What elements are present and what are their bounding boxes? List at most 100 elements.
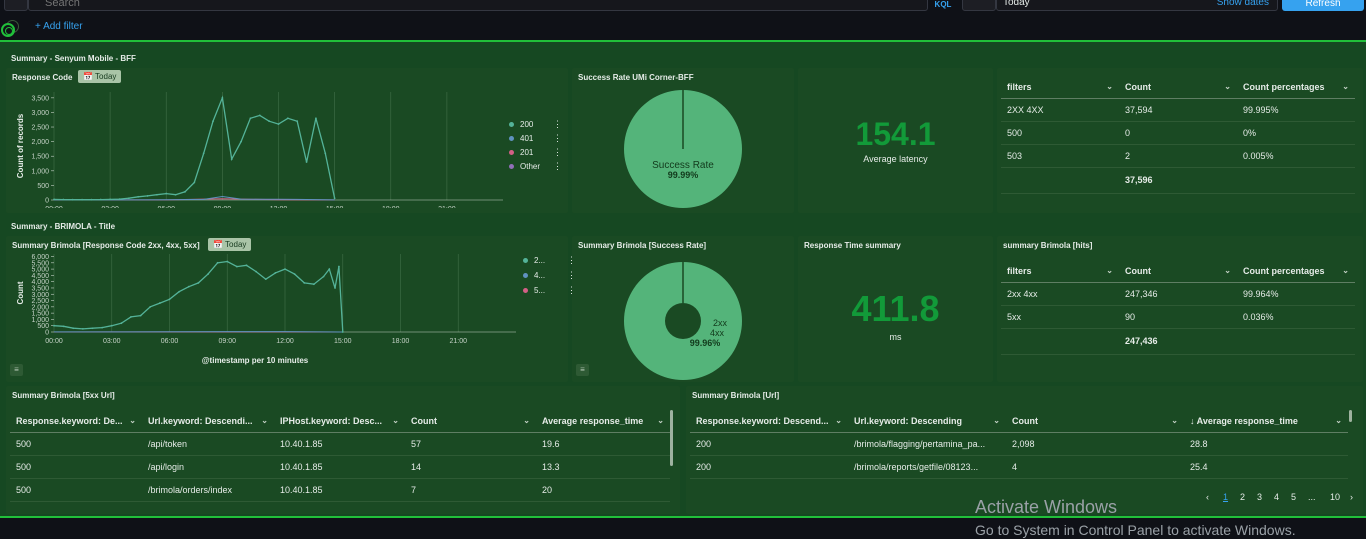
legend-item[interactable]: 200 [509, 120, 533, 129]
data-point [328, 268, 331, 270]
legend-menu-icon[interactable]: ⋮ [553, 147, 562, 158]
panel-brimola-success[interactable]: Summary Brimola [Success Rate] 2xx 4xx 99.… [572, 236, 794, 382]
date-picker[interactable]: Today Show dates [996, 0, 1278, 11]
legend-item[interactable]: 2... [523, 256, 545, 265]
legend-list-icon[interactable]: ≡ [10, 364, 23, 376]
data-point [72, 327, 75, 330]
data-point [118, 198, 121, 201]
data-point [322, 275, 325, 278]
legend-menu-icon[interactable]: ⋮ [553, 161, 562, 172]
legend-label: 2... [534, 256, 546, 265]
brimola-response-chart[interactable]: 00:00 03:00 06:00 09:00 12:00 15:00 18:00 21:00… [6, 236, 526, 376]
column-header[interactable]: Url.keyword: Descendi... ⌄ [142, 410, 274, 433]
column-header[interactable]: Count percentages ⌄ [1237, 76, 1355, 99]
legend-dot [523, 288, 528, 293]
column-header[interactable]: filters ⌄ [1001, 260, 1119, 283]
x-tick-label: 18:00 [382, 206, 400, 208]
table-row: 200 /brimola/flagging/pertamina_pa... 2,… [690, 432, 1348, 456]
panel-response-time[interactable]: Response Time summary 411.8 ms [798, 236, 993, 382]
data-point [303, 282, 306, 284]
pager-item[interactable]: › [1350, 492, 1353, 502]
legend-label: 201 [520, 148, 534, 157]
column-header[interactable]: Response.keyword: Descend... ⌄ [690, 410, 848, 433]
table-header-row: Response.keyword: Descend... ⌄ Url.keywor… [690, 410, 1348, 433]
legend-dot [523, 273, 528, 278]
column-header[interactable]: Count ⌄ [1006, 410, 1184, 433]
column-header[interactable]: Count ⌄ [1119, 260, 1237, 283]
column-header[interactable]: Count ⌄ [405, 410, 536, 433]
data-point [91, 327, 94, 330]
x-tick-label: 09:00 [214, 206, 232, 208]
add-filter-button[interactable]: + Add filter [35, 21, 83, 32]
legend-item[interactable]: 201 [509, 148, 533, 157]
data-point [165, 192, 168, 195]
column-header[interactable]: Count ⌄ [1119, 76, 1237, 99]
data-point [155, 193, 158, 196]
pager-item[interactable]: 5 [1291, 492, 1296, 502]
column-header[interactable]: Url.keyword: Descending ⌄ [848, 410, 1006, 433]
panel-brimola-url[interactable]: Summary Brimola [Url] Response.keyword: … [686, 386, 1363, 514]
success-rate-pie[interactable]: Success Rate99.99% [572, 68, 794, 213]
legend-item[interactable]: 5... [523, 286, 545, 295]
show-dates-link[interactable]: Show dates [1217, 0, 1269, 8]
data-point [324, 152, 327, 155]
data-point [90, 198, 93, 201]
y-tick-label: 3,500 [31, 95, 49, 102]
kql-toggle[interactable]: KQL [930, 0, 956, 11]
column-header[interactable]: Response.keyword: De... ⌄ [10, 410, 142, 433]
calendar-icon[interactable] [962, 0, 996, 11]
saved-query-icon[interactable] [4, 0, 28, 11]
table-row: 2XX 4XX 37,594 99.995% [1001, 98, 1355, 122]
pager-item[interactable]: 3 [1257, 492, 1262, 502]
pager-item[interactable]: ‹ [1206, 492, 1209, 502]
legend-menu-icon[interactable]: ⋮ [553, 133, 562, 144]
pager-item[interactable]: 4 [1274, 492, 1279, 502]
search-input[interactable] [29, 0, 927, 12]
panel-average-latency[interactable]: 154.1 Average latency [798, 68, 993, 213]
x-axis-title: @timestamp per 10 minutes [202, 356, 309, 365]
panel-brimola-5xx-url[interactable]: Summary Brimola [5xx Url] Response.keywo… [6, 386, 680, 514]
column-header[interactable]: Average response_time ⌄ [536, 410, 670, 433]
data-point [255, 270, 258, 273]
pager-item[interactable]: 1 [1223, 492, 1228, 502]
data-point [99, 198, 102, 201]
pie-label: 2xx [713, 318, 728, 328]
data-point [137, 195, 140, 198]
legend-list-icon[interactable]: ≡ [576, 364, 589, 376]
search-box[interactable] [28, 0, 928, 12]
target-icon[interactable] [1, 23, 15, 37]
data-point [130, 316, 132, 318]
pager-item[interactable]: 2 [1240, 492, 1245, 502]
panel-filters-table[interactable]: filters ⌄ Count ⌄ Count percentages ⌄ 2XX 4… [997, 68, 1363, 213]
data-point [168, 298, 171, 301]
panel-brimola-hits[interactable]: summary Brimola [hits] filters ⌄ Count ⌄ C… [997, 236, 1363, 382]
column-header[interactable]: IPHost.keyword: Desc... ⌄ [274, 410, 405, 433]
response-code-chart[interactable]: 00:00 03:00 06:00 09:00 12:00 15:00 18:00 21:00… [6, 68, 506, 208]
table-scrollbar[interactable] [670, 410, 673, 466]
y-tick-label: 1,500 [31, 311, 49, 318]
legend-item[interactable]: 4... [523, 271, 545, 280]
y-tick-label: 1,000 [31, 168, 49, 175]
filter-bar: + Add filter [0, 14, 1366, 40]
column-header[interactable]: Count percentages ⌄ [1237, 260, 1355, 283]
refresh-button[interactable]: Refresh [1282, 0, 1364, 11]
legend-item[interactable]: Other [509, 162, 540, 171]
section-title-senyum: Summary - Senyum Mobile - BFF [11, 54, 136, 63]
y-tick-label: 4,000 [31, 279, 49, 286]
legend-item[interactable]: 401 [509, 134, 533, 143]
table-total-row: 37,596 [1001, 167, 1355, 194]
data-point [202, 152, 205, 155]
panel-title: Summary Brimola [Url] [692, 391, 780, 400]
pager-item[interactable]: ... [1308, 492, 1316, 502]
data-point [178, 290, 181, 293]
y-tick-label: 0 [45, 198, 49, 205]
brimola-success-pie[interactable]: 2xx4xx99.96% [572, 236, 794, 382]
legend-menu-icon[interactable]: ⋮ [553, 119, 562, 130]
pager-item[interactable]: 10 [1330, 492, 1340, 502]
panel-response-code[interactable]: Response Code 📅 Today 00:0003:0006:0009:… [6, 68, 568, 213]
panel-success-rate-umi[interactable]: Success Rate UMi Corner-BFF Success Rate… [572, 68, 794, 213]
column-header[interactable]: ↓ Average response_time ⌄ [1184, 410, 1348, 433]
panel-brimola-response[interactable]: Summary Brimola [Response Code 2xx, 4xx,… [6, 236, 576, 382]
column-header[interactable]: filters ⌄ [1001, 76, 1119, 99]
table-scrollbar[interactable] [1349, 410, 1352, 422]
